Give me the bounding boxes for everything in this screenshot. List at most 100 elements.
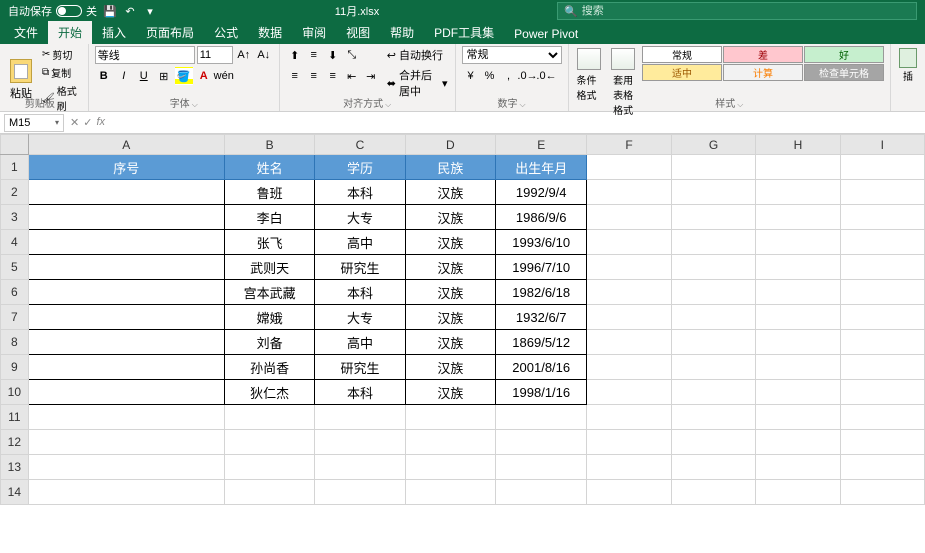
cell-B6[interactable]: 宫本武藏 xyxy=(224,280,314,305)
tab-page-layout[interactable]: 页面布局 xyxy=(136,21,204,44)
tab-insert[interactable]: 插入 xyxy=(92,21,136,44)
cell-H7[interactable] xyxy=(756,305,840,330)
cell-H13[interactable] xyxy=(756,455,840,480)
cell-I1[interactable] xyxy=(840,155,924,180)
cell-D12[interactable] xyxy=(405,430,495,455)
tab-home[interactable]: 开始 xyxy=(48,21,92,44)
phonetic-button[interactable]: wén xyxy=(215,67,233,85)
align-top-button[interactable]: ⬆ xyxy=(286,46,304,64)
cut-button[interactable]: ✂剪切 xyxy=(40,46,82,63)
cell-G14[interactable] xyxy=(671,480,755,505)
cell-B8[interactable]: 刘备 xyxy=(224,330,314,355)
cell-A10[interactable] xyxy=(28,380,224,405)
cell-F4[interactable] xyxy=(587,230,671,255)
tab-pdf[interactable]: PDF工具集 xyxy=(424,21,504,44)
cell-G12[interactable] xyxy=(671,430,755,455)
cell-A7[interactable] xyxy=(28,305,224,330)
cell-E12[interactable] xyxy=(496,430,587,455)
tab-data[interactable]: 数据 xyxy=(248,21,292,44)
cell-I12[interactable] xyxy=(840,430,924,455)
row-header-1[interactable]: 1 xyxy=(1,155,29,180)
increase-indent-button[interactable]: ⇥ xyxy=(362,67,380,85)
cell-E2[interactable]: 1992/9/4 xyxy=(496,180,587,205)
cell-B13[interactable] xyxy=(224,455,314,480)
align-left-button[interactable]: ≡ xyxy=(286,67,304,85)
cell-E13[interactable] xyxy=(496,455,587,480)
column-header-F[interactable]: F xyxy=(587,135,671,155)
align-center-button[interactable]: ≡ xyxy=(305,67,323,85)
bold-button[interactable]: B xyxy=(95,67,113,85)
cell-B5[interactable]: 武则天 xyxy=(224,255,314,280)
cell-H10[interactable] xyxy=(756,380,840,405)
cell-E11[interactable] xyxy=(496,405,587,430)
cell-C13[interactable] xyxy=(315,455,405,480)
fx-icon[interactable]: fx xyxy=(96,116,105,129)
column-header-A[interactable]: A xyxy=(28,135,224,155)
border-button[interactable]: ⊞ xyxy=(155,67,173,85)
cell-D7[interactable]: 汉族 xyxy=(405,305,495,330)
cell-D9[interactable]: 汉族 xyxy=(405,355,495,380)
cell-F7[interactable] xyxy=(587,305,671,330)
cell-C4[interactable]: 高中 xyxy=(315,230,405,255)
row-header-3[interactable]: 3 xyxy=(1,205,29,230)
cell-G13[interactable] xyxy=(671,455,755,480)
cell-B1[interactable]: 姓名 xyxy=(224,155,314,180)
cell-E10[interactable]: 1998/1/16 xyxy=(496,380,587,405)
cell-C14[interactable] xyxy=(315,480,405,505)
row-header-9[interactable]: 9 xyxy=(1,355,29,380)
cell-A13[interactable] xyxy=(28,455,224,480)
row-header-2[interactable]: 2 xyxy=(1,180,29,205)
cell-H3[interactable] xyxy=(756,205,840,230)
cell-H2[interactable] xyxy=(756,180,840,205)
cell-C11[interactable] xyxy=(315,405,405,430)
column-header-I[interactable]: I xyxy=(840,135,924,155)
cell-A2[interactable] xyxy=(28,180,224,205)
row-header-13[interactable]: 13 xyxy=(1,455,29,480)
decrease-decimal-button[interactable]: .0← xyxy=(538,67,556,85)
row-header-4[interactable]: 4 xyxy=(1,230,29,255)
cell-A11[interactable] xyxy=(28,405,224,430)
cell-G10[interactable] xyxy=(671,380,755,405)
autosave-toggle[interactable]: 自动保存 关 xyxy=(8,3,97,19)
cell-C1[interactable]: 学历 xyxy=(315,155,405,180)
cell-F6[interactable] xyxy=(587,280,671,305)
comma-format-button[interactable]: , xyxy=(500,67,518,85)
cell-C2[interactable]: 本科 xyxy=(315,180,405,205)
cell-A4[interactable] xyxy=(28,230,224,255)
cell-A8[interactable] xyxy=(28,330,224,355)
cell-G1[interactable] xyxy=(671,155,755,180)
cell-H8[interactable] xyxy=(756,330,840,355)
decrease-font-button[interactable]: A↓ xyxy=(255,46,273,64)
tab-formulas[interactable]: 公式 xyxy=(204,21,248,44)
cell-F14[interactable] xyxy=(587,480,671,505)
row-header-12[interactable]: 12 xyxy=(1,430,29,455)
cell-G3[interactable] xyxy=(671,205,755,230)
cell-I8[interactable] xyxy=(840,330,924,355)
cell-D14[interactable] xyxy=(405,480,495,505)
decrease-indent-button[interactable]: ⇤ xyxy=(343,67,361,85)
style-bad[interactable]: 差 xyxy=(723,46,803,63)
cell-D11[interactable] xyxy=(405,405,495,430)
row-header-8[interactable]: 8 xyxy=(1,330,29,355)
cell-E14[interactable] xyxy=(496,480,587,505)
cell-A5[interactable] xyxy=(28,255,224,280)
cell-B7[interactable]: 嫦娥 xyxy=(224,305,314,330)
cell-G11[interactable] xyxy=(671,405,755,430)
cell-H12[interactable] xyxy=(756,430,840,455)
cell-E9[interactable]: 2001/8/16 xyxy=(496,355,587,380)
cell-H6[interactable] xyxy=(756,280,840,305)
cell-A9[interactable] xyxy=(28,355,224,380)
tab-powerpivot[interactable]: Power Pivot xyxy=(504,24,588,44)
row-header-10[interactable]: 10 xyxy=(1,380,29,405)
cell-G6[interactable] xyxy=(671,280,755,305)
cell-F11[interactable] xyxy=(587,405,671,430)
cell-E7[interactable]: 1932/6/7 xyxy=(496,305,587,330)
cell-E1[interactable]: 出生年月 xyxy=(496,155,587,180)
enter-formula-icon[interactable]: ✓ xyxy=(83,116,92,129)
row-header-6[interactable]: 6 xyxy=(1,280,29,305)
cell-C10[interactable]: 本科 xyxy=(315,380,405,405)
cell-H11[interactable] xyxy=(756,405,840,430)
search-input[interactable] xyxy=(582,5,910,17)
cell-I7[interactable] xyxy=(840,305,924,330)
save-icon[interactable]: 💾 xyxy=(103,4,117,18)
